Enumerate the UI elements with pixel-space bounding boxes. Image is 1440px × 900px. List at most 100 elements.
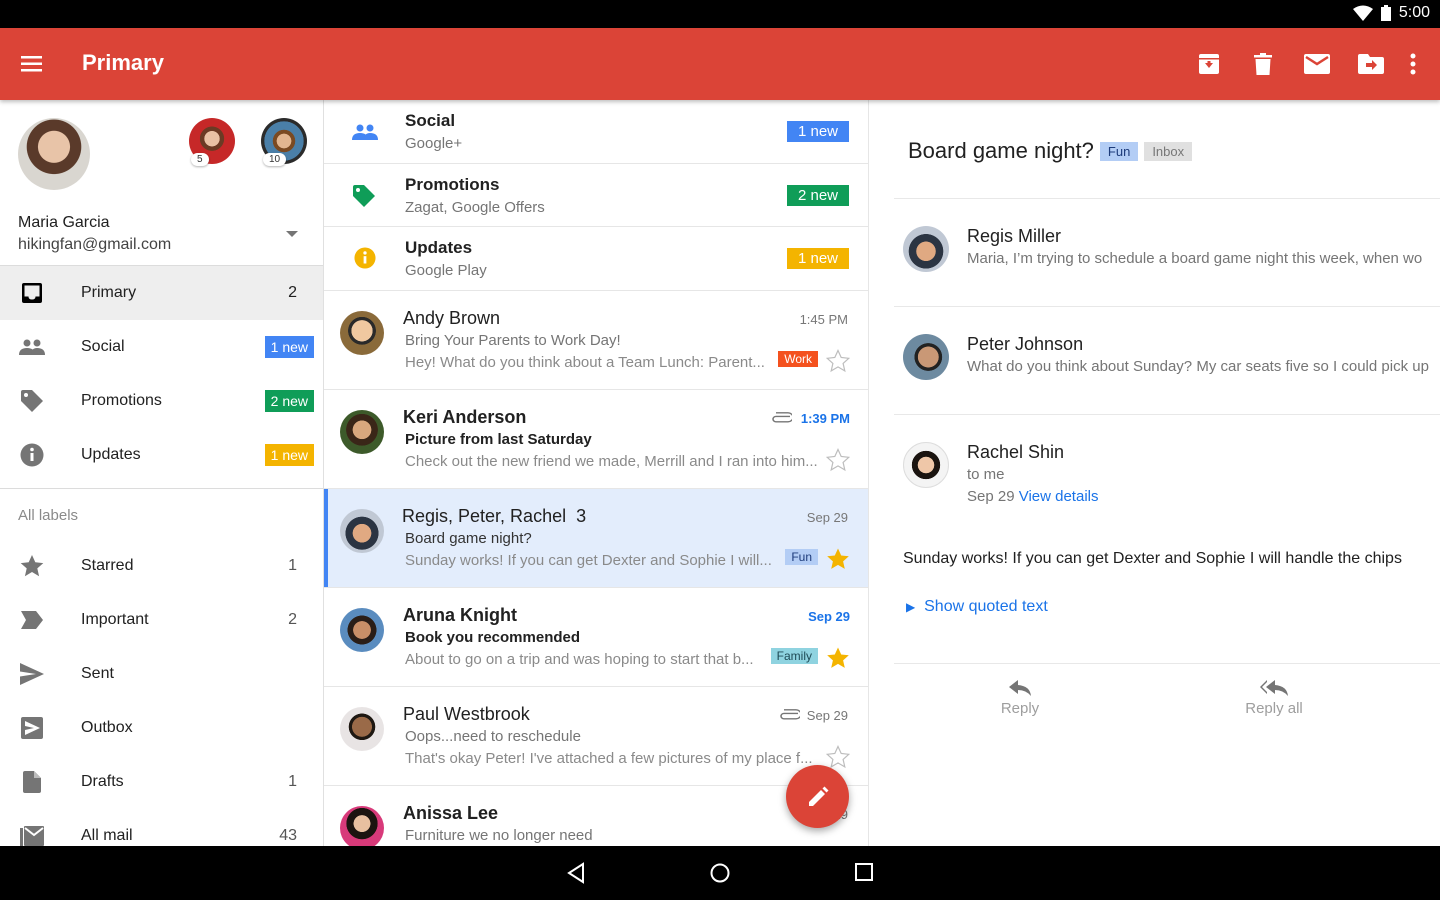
message-body: Sunday works! If you can get Dexter and … (903, 550, 1402, 567)
sidebar-item-label: Updates (81, 446, 141, 463)
sidebar-item-label: Starred (81, 557, 134, 574)
star-outline-icon[interactable] (826, 447, 850, 472)
reply-label: Reply (1000, 700, 1040, 717)
email-time: 1:45 PM (799, 311, 848, 327)
sidebar-item-updates[interactable]: Updates 1 new (0, 428, 323, 482)
email-subject: Picture from last Saturday (405, 430, 592, 448)
email-row[interactable]: Aruna Knight Sep 29 Book you recommended… (324, 588, 868, 687)
account-name: Maria Garcia (18, 214, 110, 231)
account-email: hikingfan@gmail.com (18, 236, 172, 253)
more-vert-icon (1410, 53, 1416, 75)
conversation-view: Board game night? Fun Inbox Regis Miller… (870, 100, 1440, 846)
label-chip-fun[interactable]: Fun (1099, 141, 1139, 161)
sidebar-item-count: 1 (288, 557, 297, 574)
message-collapsed[interactable]: Peter Johnson What do you think about Su… (870, 306, 1440, 414)
unread-count: 10 (263, 153, 287, 166)
sender-name: Regis, Peter, Rachel 3 (402, 506, 586, 527)
sidebar-item-all-mail[interactable]: All mail 43 (0, 809, 323, 846)
delete-button[interactable] (1236, 48, 1290, 80)
system-nav-bar (0, 846, 1440, 900)
email-snippet: Hey! What do you think about a Team Lunc… (405, 353, 765, 371)
show-quoted-text-link[interactable]: ▶ Show quoted text (906, 598, 1048, 616)
status-bar: 5:00 (0, 0, 1440, 28)
category-title: Social (405, 111, 456, 130)
archive-icon (1199, 54, 1219, 74)
info-icon (354, 247, 376, 269)
category-title: Updates (405, 238, 473, 257)
email-snippet: Sunday works! If you can get Dexter and … (405, 551, 772, 569)
email-time: Sep 29 (806, 707, 848, 723)
email-row-selected[interactable]: Regis, Peter, Rachel 3 Sep 29 Board game… (324, 488, 868, 588)
message-collapsed[interactable]: Regis Miller Maria, I’m trying to schedu… (870, 198, 1440, 306)
back-icon[interactable] (566, 862, 586, 884)
account-switcher-dropdown[interactable] (286, 231, 298, 237)
sidebar-item-sent[interactable]: Sent (0, 647, 323, 701)
info-icon (19, 442, 45, 468)
email-subject: Bring Your Parents to Work Day! (405, 331, 621, 349)
sender-avatar (903, 442, 949, 488)
move-to-button[interactable] (1344, 48, 1398, 80)
message-date: Sep 29 (967, 488, 1015, 505)
all-mail-icon (19, 823, 45, 846)
email-row[interactable]: Paul Westbrook Sep 29 Oops...need to res… (324, 687, 868, 786)
new-count-badge: 2 new (786, 184, 849, 206)
category-promotions[interactable]: Promotions Zagat, Google Offers 2 new (324, 164, 868, 227)
new-count-badge: 1 new (264, 336, 314, 358)
star-outline-icon[interactable] (826, 744, 850, 769)
message-preview: Maria, I’m trying to schedule a board ga… (967, 250, 1423, 267)
compose-button[interactable] (786, 765, 849, 828)
label-chip: Family (770, 647, 818, 664)
message-expanded-header[interactable]: Rachel Shin to me Sep 29 View details (870, 414, 1440, 514)
sender-names: Regis, Peter, Rachel (402, 505, 567, 526)
sender-avatar (903, 334, 949, 380)
avatar[interactable] (18, 118, 90, 190)
star-filled-icon[interactable] (826, 547, 850, 571)
attachment-icon (772, 411, 792, 422)
view-details-link[interactable]: View details (1019, 488, 1099, 505)
recents-icon[interactable] (854, 862, 874, 882)
label-chip-inbox[interactable]: Inbox (1144, 141, 1193, 161)
sidebar-item-label: Primary (81, 284, 137, 301)
message-sender: Peter Johnson (967, 334, 1084, 354)
star-filled-icon[interactable] (826, 646, 850, 670)
more-options-button[interactable] (1398, 48, 1428, 80)
sidebar-item-count: 43 (279, 827, 297, 844)
mark-unread-button[interactable] (1290, 48, 1344, 80)
sidebar-item-count: 1 (288, 773, 297, 790)
reply-all-button[interactable]: Reply all (1234, 680, 1314, 717)
category-social[interactable]: Social Google+ 1 new (324, 100, 868, 164)
star-outline-icon[interactable] (826, 348, 850, 373)
sidebar-item-drafts[interactable]: Drafts 1 (0, 755, 323, 809)
home-icon[interactable] (709, 862, 731, 884)
draft-icon (19, 769, 45, 795)
new-count-badge: 1 new (786, 248, 849, 269)
email-row[interactable]: Keri Anderson 1:39 PM Picture from last … (324, 390, 868, 489)
sidebar-item-promotions[interactable]: Promotions 2 new (0, 374, 323, 428)
sender-avatar (340, 805, 384, 846)
important-icon (19, 607, 45, 633)
sender-name: Aruna Knight (403, 604, 517, 625)
reply-button[interactable]: Reply (990, 680, 1050, 717)
menu-button[interactable] (20, 52, 44, 76)
mail-list: Social Google+ 1 new Promotions Zagat, G… (324, 100, 869, 846)
sidebar-item-label: Drafts (81, 773, 124, 790)
sidebar-item-starred[interactable]: Starred 1 (0, 539, 323, 593)
other-account-avatar[interactable]: 10 (261, 118, 307, 166)
new-count-badge: 1 new (786, 121, 849, 142)
unread-count: 5 (191, 153, 209, 166)
sidebar-item-important[interactable]: Important 2 (0, 593, 323, 647)
sidebar-item-social[interactable]: Social 1 new (0, 320, 323, 374)
sidebar-item-label: Sent (81, 665, 114, 682)
archive-button[interactable] (1182, 48, 1236, 80)
sidebar-item-label: Social (81, 338, 125, 355)
all-labels-heading: All labels (18, 507, 79, 524)
category-updates[interactable]: Updates Google Play 1 new (324, 227, 868, 291)
sidebar-item-outbox[interactable]: Outbox (0, 701, 323, 755)
sidebar-item-count: 2 (288, 284, 297, 301)
clock: 5:00 (1398, 4, 1430, 21)
tag-icon (19, 388, 45, 414)
thread-count: 3 (576, 505, 587, 526)
email-row[interactable]: Andy Brown 1:45 PM Bring Your Parents to… (324, 291, 868, 390)
other-account-avatar[interactable]: 5 (189, 118, 235, 166)
sidebar-item-primary[interactable]: Primary 2 (0, 266, 323, 320)
